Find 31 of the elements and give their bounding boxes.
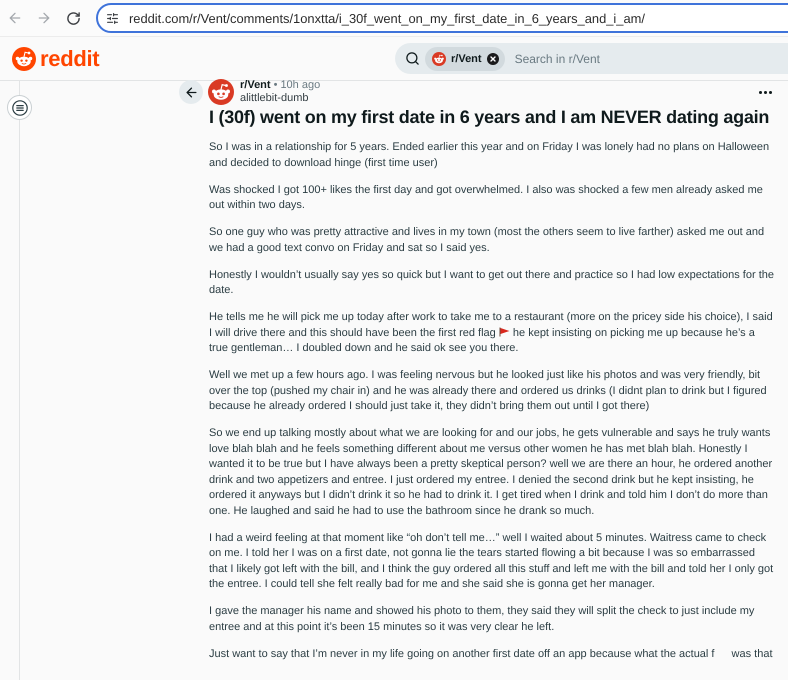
sliders-icon[interactable] bbox=[106, 12, 119, 24]
post-paragraph: He tells me he will pick me up today after work to take me to a restaurant (more on the pricey side his choice), I said I will drive there and this should have been the first red flag he kept insisting on picking me up because he’s a true gentleman… I doubled down and he said ok see you there. bbox=[209, 310, 774, 356]
post-paragraph: Well we met up a few hours ago. I was feeling nervous but he looked just like his photos and was very friendly, bit over the top (pushed my chair in) and he was already there and ordered us drinks (I didnt plan to drink but I figured because he already ordered I should just take it, they didn’t bring them out until I got there) bbox=[209, 368, 768, 414]
post-paragraph: Honestly I wouldn’t usually say yes so quick but I want to get out there and practice so I had low expectations for the date. bbox=[209, 268, 775, 298]
subreddit-link[interactable]: r/Vent bbox=[240, 79, 271, 92]
close-icon[interactable] bbox=[486, 52, 499, 64]
post-title: I (30f) went on my first date in 6 years and I am NEVER dating again bbox=[209, 106, 770, 129]
post-paragraph: Just want to say that I’m never in my life going on another first date off an app because what the actual f was that bbox=[209, 646, 774, 662]
reload-icon bbox=[66, 10, 80, 26]
arrow-right-icon bbox=[36, 10, 52, 26]
more-button[interactable] bbox=[759, 90, 772, 94]
menu-icon bbox=[12, 100, 28, 116]
mascot-avatar-icon bbox=[432, 52, 446, 66]
post-paragraph: So one guy who was pretty attractive and lives in my town (most the others seem to live farther) asked me out and we had a good text convo on Friday and sat so I said yes. bbox=[209, 225, 766, 256]
menu-button[interactable] bbox=[7, 95, 32, 120]
more-icon bbox=[759, 90, 772, 94]
post-paragraph: Was shocked I got 100+ likes the first day and got overwhelmed. I also was shocked a few men already asked me out within two days. bbox=[209, 182, 764, 213]
address-bar[interactable]: reddit.com/r/Vent/comments/1onxtta/i_30f_went_on_my_first_date_in_6_years_and_i_am/ bbox=[96, 3, 788, 33]
search-icon bbox=[405, 51, 420, 66]
community-chip[interactable]: r/Vent bbox=[425, 46, 505, 70]
mascot-logo-icon bbox=[12, 46, 36, 70]
search-field[interactable]: r/Vent Search in r/Vent bbox=[395, 43, 788, 74]
post-time: 10h ago bbox=[280, 79, 320, 92]
post-paragraph: I gave the manager his name and showed his photo to them, they said they will split the check to just include my entree and at this point it’s been 15 minutes so it was very clear he left. bbox=[209, 604, 756, 634]
separator-dot: • bbox=[274, 79, 278, 92]
post-paragraph: I had a weird feeling at that moment like “oh don’t tell me…” well I waited about 5 minutes. Waitress came to check on me. I told her I was on a first date, not gonna lie the tears started flowing a bit because I was so embarrassed that I likely got left with the bill, and I think the guy ordered all this stuff and left me with the bill and told her I only got the entree. I could tell she felt really bad for me and she said she is gonna get her manager. bbox=[209, 530, 774, 592]
back-button[interactable] bbox=[179, 80, 203, 104]
flag-icon bbox=[498, 326, 510, 336]
author-link[interactable]: alittlebit-dumb bbox=[240, 92, 320, 105]
post-paragraph: So we end up talking mostly about what we are looking for and our jobs, he gets vulnerable and says he truly wants love blah blah and he feels something different about me versus other women he has met blah blah. Honestly I wanted it to be true but I have always been a pretty skeptical person? well we are there an hour, he ordered another drink and two appetizers and entree. I just ordered my entree. I denied the second drink but he kept insisting, he ordered it anyways but I didn’t drink it so he had to drink it. I get tired when I drink and told him I don’t do more than one. He laughed and said he had to use the bathroom since he drank so much. bbox=[209, 426, 774, 518]
post-paragraph: So I was in a relationship for 5 years. Ended earlier this year and on Friday I was lonely had no plans on Halloween and decided to download hinge (first time user) bbox=[209, 140, 770, 170]
